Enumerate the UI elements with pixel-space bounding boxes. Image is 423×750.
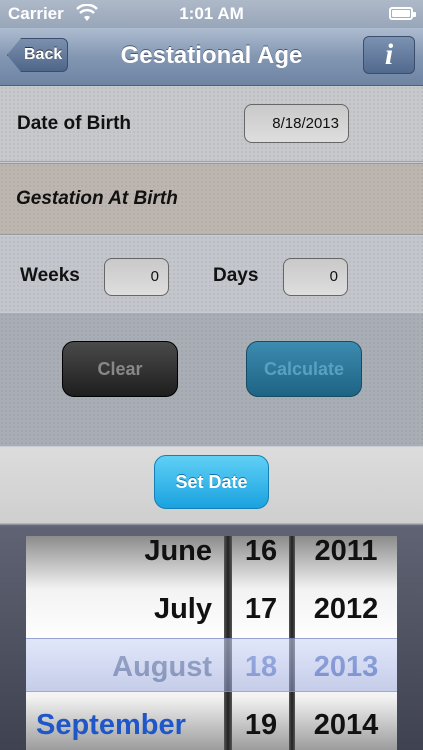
calculate-button[interactable]: Calculate [246,341,362,397]
info-button[interactable]: i [363,36,415,74]
year-wheel[interactable]: 2011 2012 2013 2014 [295,536,397,750]
day-wheel[interactable]: 16 17 18 19 [232,536,290,750]
date-picker-panel: Set Date June July August September 16 1… [0,447,423,750]
month-option[interactable]: July [26,580,224,638]
year-option-selected[interactable]: 2013 [295,638,397,696]
set-date-button[interactable]: Set Date [154,455,269,509]
clear-button[interactable]: Clear [62,341,178,397]
action-buttons-row: Clear Calculate [0,313,423,446]
year-option[interactable]: 2012 [295,580,397,638]
year-option[interactable]: 2014 [295,696,397,750]
month-wheel[interactable]: June July August September [26,536,224,750]
page-title: Gestational Age [120,42,303,69]
month-option[interactable]: June [26,536,224,580]
year-option[interactable]: 2011 [295,536,397,580]
day-option[interactable]: 19 [232,696,290,750]
gestation-header: Gestation At Birth [0,163,423,235]
day-option[interactable]: 16 [232,536,290,580]
weeks-days-row: Weeks 0 Days 0 [0,236,423,312]
days-field[interactable]: 0 [283,258,348,296]
day-option[interactable]: 17 [232,580,290,638]
dob-field[interactable]: 8/18/2013 [244,104,349,143]
battery-icon [389,7,416,20]
days-label: Days [213,265,259,286]
status-time: 1:01 AM [179,4,244,23]
nav-bar: Back Gestational Age i [0,28,423,86]
date-of-birth-row: Date of Birth 8/18/2013 [0,86,423,162]
status-bar: Carrier 1:01 AM [0,0,423,28]
month-option-selected[interactable]: August [26,638,224,696]
month-option[interactable]: September [26,696,224,750]
day-option-selected[interactable]: 18 [232,638,290,696]
dob-label: Date of Birth [17,113,131,134]
weeks-label: Weeks [20,265,80,286]
gestation-title: Gestation At Birth [16,188,178,209]
weeks-field[interactable]: 0 [104,258,169,296]
